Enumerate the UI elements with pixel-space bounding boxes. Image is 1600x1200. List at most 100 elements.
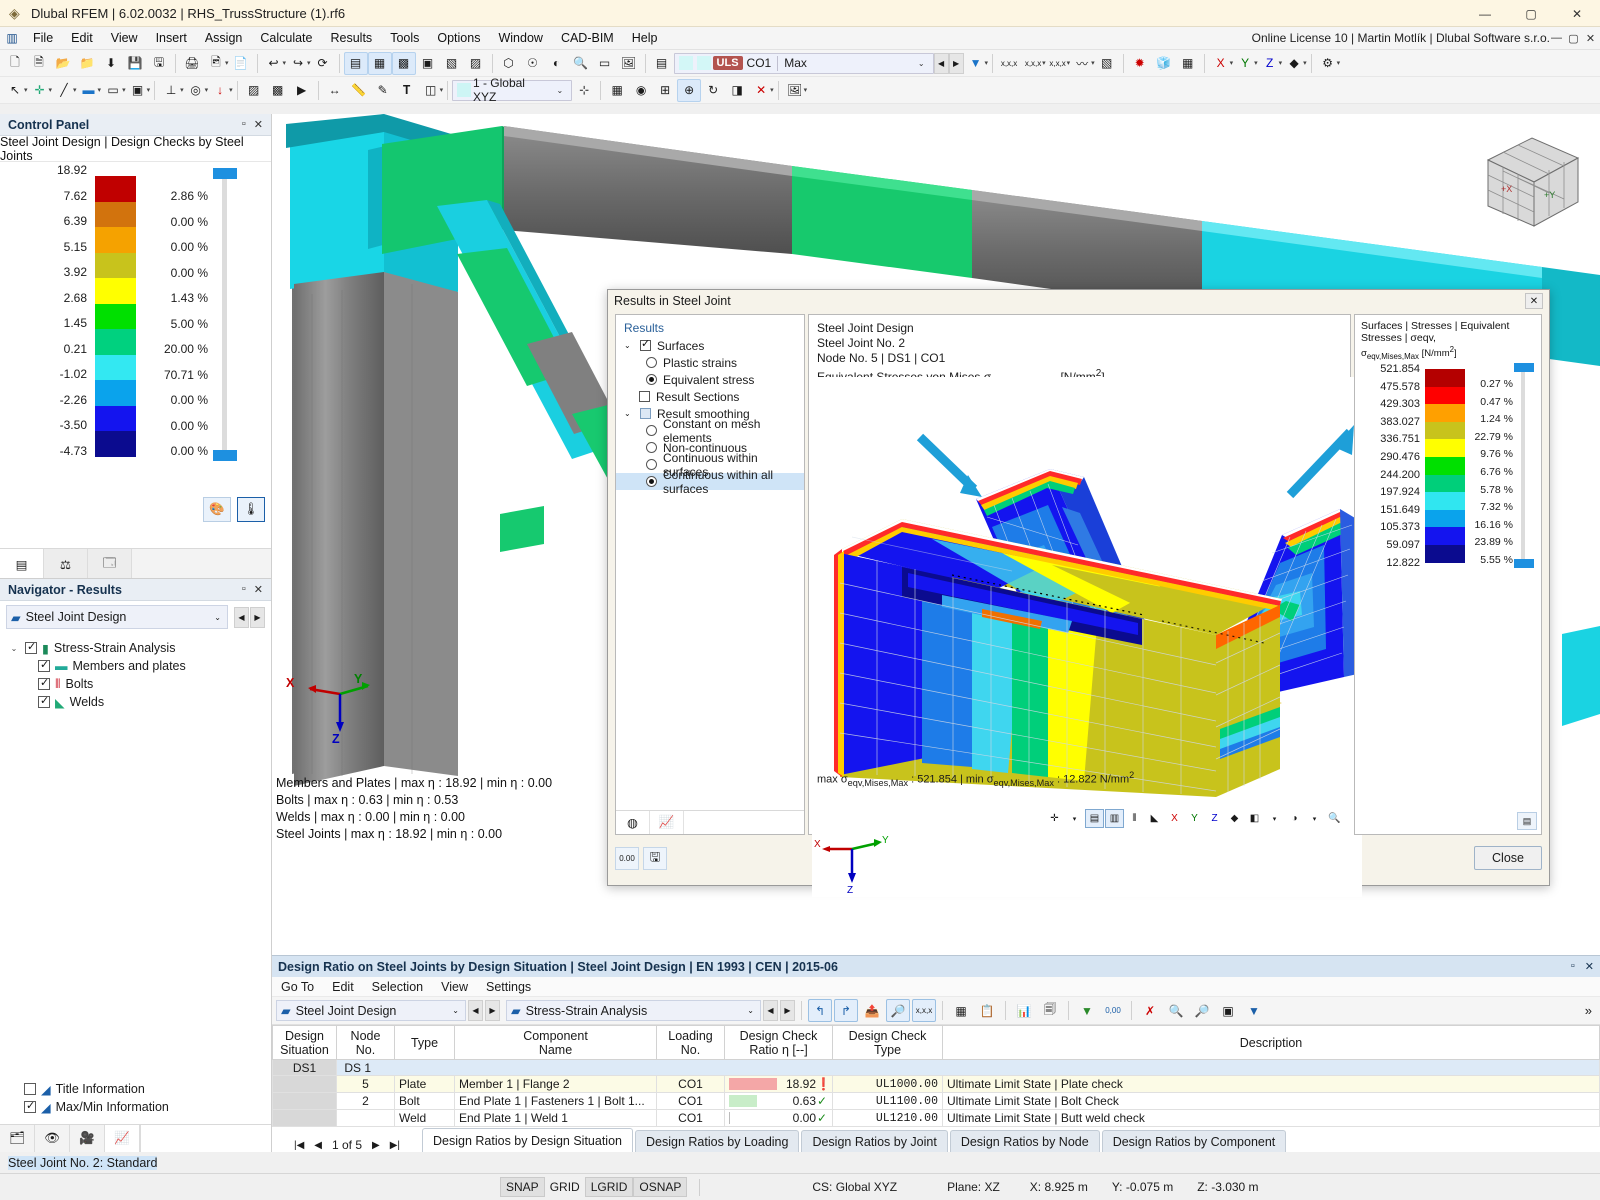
col-type[interactable]: Type [394, 1025, 455, 1060]
dlg-legend-color-band[interactable] [1425, 492, 1465, 510]
cp-legend-color-band[interactable] [95, 329, 136, 355]
render-style-caret-icon[interactable]: ▾ [1265, 809, 1284, 828]
plastic-strains-radio[interactable] [646, 357, 657, 368]
cp-legend-color-band[interactable] [95, 431, 136, 457]
dialog-slider-thumb-bottom[interactable] [1514, 559, 1534, 569]
save-icon[interactable]: 💾 [123, 52, 147, 75]
dialog-numbering-icon[interactable]: 0.00 [615, 846, 639, 870]
select-caret-icon[interactable]: ▾ [24, 86, 28, 94]
dlg-legend-color-band[interactable] [1425, 474, 1465, 493]
maximize-button[interactable]: ▢ [1508, 0, 1554, 27]
cp-legend-color-band[interactable] [95, 354, 136, 380]
object-snap-icon[interactable]: ⊕ [677, 78, 702, 102]
mesh-icon[interactable]: ▨ [242, 79, 266, 102]
continuous-surfaces-radio[interactable] [646, 459, 657, 470]
results-in-steel-joint-dialog[interactable]: Results in Steel Joint ✕ Results ⌄ Surfa… [607, 289, 1550, 897]
render-values-icon[interactable]: ▥ [1105, 809, 1124, 828]
ortho-icon[interactable]: ⊞ [653, 79, 677, 102]
filter-caret-icon[interactable]: ▾ [985, 59, 989, 67]
minimize-button[interactable]: — [1462, 0, 1508, 27]
tables-show-icon[interactable]: ▤ [343, 51, 368, 75]
load-case-combo[interactable]: ULS CO1 Max ⌄ [673, 52, 934, 74]
navigator-next-button[interactable]: ▶ [250, 606, 265, 628]
table-menu-view[interactable]: View [432, 980, 477, 994]
menu-help[interactable]: Help [623, 28, 667, 48]
new-model-icon[interactable]: 🗋 [3, 52, 27, 75]
dlg-legend-color-band[interactable] [1425, 439, 1465, 458]
legend-range-slider[interactable] [208, 168, 248, 482]
dlg-legend-color-band[interactable] [1425, 404, 1465, 422]
render-view-iso-icon[interactable]: ◆ [1225, 809, 1244, 828]
cut-plane-caret-icon[interactable]: ▾ [440, 86, 444, 94]
dialog-legend-settings-icon[interactable]: ▤ [1517, 812, 1537, 830]
table-combo2-prev[interactable]: ◀ [763, 1000, 778, 1021]
table-analysis-combo[interactable]: ▰ Stress-Strain Analysis ⌄ [506, 1000, 761, 1021]
table-advanced-filter-icon[interactable]: ▼ [1242, 999, 1266, 1022]
menu-insert[interactable]: Insert [147, 28, 196, 48]
result-smoothing-checkbox[interactable] [640, 408, 651, 419]
model-3d-icon[interactable]: 🧊 [1152, 52, 1176, 75]
save-all-icon[interactable]: 🖫 [147, 52, 171, 75]
dialog-node-result-sections[interactable]: Result Sections [616, 388, 804, 405]
checkbox-title-information[interactable] [24, 1083, 36, 1095]
col-design-check-ratio[interactable]: Design Check Ratio η [--] [724, 1025, 833, 1060]
surfaces-checkbox[interactable] [640, 337, 651, 351]
table-printout-icon[interactable]: 📋 [975, 999, 999, 1022]
pager-first-button[interactable]: |◀ [294, 1140, 304, 1151]
results-on-surfaces-icon[interactable]: ▧ [1095, 52, 1119, 75]
pager-prev-button[interactable]: ◀ [314, 1140, 322, 1151]
tree-node-welds[interactable]: ◣ Welds [8, 693, 271, 711]
dlg-legend-color-band[interactable] [1425, 386, 1465, 405]
table-zoom-icon[interactable]: 🔎 [1190, 999, 1214, 1022]
dlg-legend-color-band[interactable] [1425, 421, 1465, 440]
snap-toggle-icon[interactable]: ◉ [629, 79, 653, 102]
tree-expander-icon[interactable]: ⌄ [8, 644, 20, 653]
render-reset-icon[interactable]: 🔍 [1325, 809, 1344, 828]
model-grid-icon[interactable]: ▦ [1176, 52, 1200, 75]
printout-report-icon[interactable]: 📄 [229, 52, 253, 75]
coordinate-system-combo[interactable]: 1 - Global XYZ ⌄ [452, 76, 573, 104]
table-undo-icon[interactable]: ↰ [808, 999, 832, 1022]
dialog-visibility-icon[interactable]: ◍ [616, 811, 650, 834]
continuous-all-surfaces-radio[interactable] [646, 476, 657, 487]
import-icon[interactable]: ⬇ [99, 52, 123, 75]
col-design-situation[interactable]: Design Situation [272, 1025, 337, 1060]
dialog-option-constant-mesh[interactable]: Constant on mesh elements [616, 417, 804, 445]
shadow-icon[interactable]: ◐ [545, 52, 569, 75]
tree-checkbox-bolts[interactable] [38, 676, 50, 690]
render-surfaces-icon[interactable]: ▤ [1085, 809, 1104, 828]
cp-legend-color-band[interactable] [95, 303, 136, 329]
menu-file[interactable]: File [24, 28, 62, 48]
mesh-settings-icon[interactable]: ▩ [266, 79, 290, 102]
table-overflow-icon[interactable]: » [1585, 1003, 1600, 1018]
grid-toggle-icon[interactable]: ▦ [605, 79, 629, 102]
cp-legend-color-band[interactable] [95, 201, 136, 227]
tree-checkbox-members-plates[interactable] [38, 658, 50, 672]
cp-legend-color-band[interactable] [95, 380, 136, 406]
tab-design-ratios-by-design-situation[interactable]: Design Ratios by Design Situation [422, 1128, 633, 1152]
table-graphic-icon[interactable]: 🔎 [886, 999, 910, 1022]
print-view-icon[interactable]: 🖼 [617, 52, 641, 75]
legend-slider-thumb-bottom[interactable] [213, 450, 237, 461]
status-osnap-toggle[interactable]: OSNAP [633, 1177, 688, 1197]
table-find-icon[interactable]: 🔍 [1164, 999, 1188, 1022]
visibility-icon[interactable]: ▭ [593, 52, 617, 75]
tables-results-icon[interactable]: ▩ [391, 51, 416, 75]
text-icon[interactable]: 𝐓 [395, 79, 419, 102]
loadcase-list-icon[interactable]: ▤ [650, 52, 674, 75]
tab-design-ratios-by-component[interactable]: Design Ratios by Component [1101, 1130, 1287, 1152]
dlg-legend-color-band[interactable] [1425, 544, 1465, 563]
print-caret-icon[interactable]: ▾ [225, 59, 229, 67]
table-combo1-prev[interactable]: ◀ [468, 1000, 483, 1021]
col-design-check-type[interactable]: Design Check Type [832, 1025, 943, 1060]
surfaces-expander-icon[interactable]: ⌄ [624, 341, 634, 350]
menu-view[interactable]: View [102, 28, 147, 48]
table-row[interactable]: 5 Plate Member 1 | Flange 2 CO1 18.92 ❗ UL1000… [272, 1075, 1600, 1093]
dialog-results-tab-icon[interactable]: 📈 [650, 811, 684, 834]
smoothing-expander-icon[interactable]: ⌄ [624, 409, 634, 418]
legend-edit-icon[interactable]: 🎨 [203, 497, 231, 522]
table-restore-icon[interactable]: ▫ [1571, 960, 1575, 973]
doc-restore-button[interactable]: ▢ [1566, 32, 1581, 45]
doc-minimize-button[interactable]: — [1549, 32, 1564, 45]
table-row[interactable]: Weld End Plate 1 | Weld 1 CO1 0.00 ✓ UL1210.0… [272, 1109, 1600, 1127]
